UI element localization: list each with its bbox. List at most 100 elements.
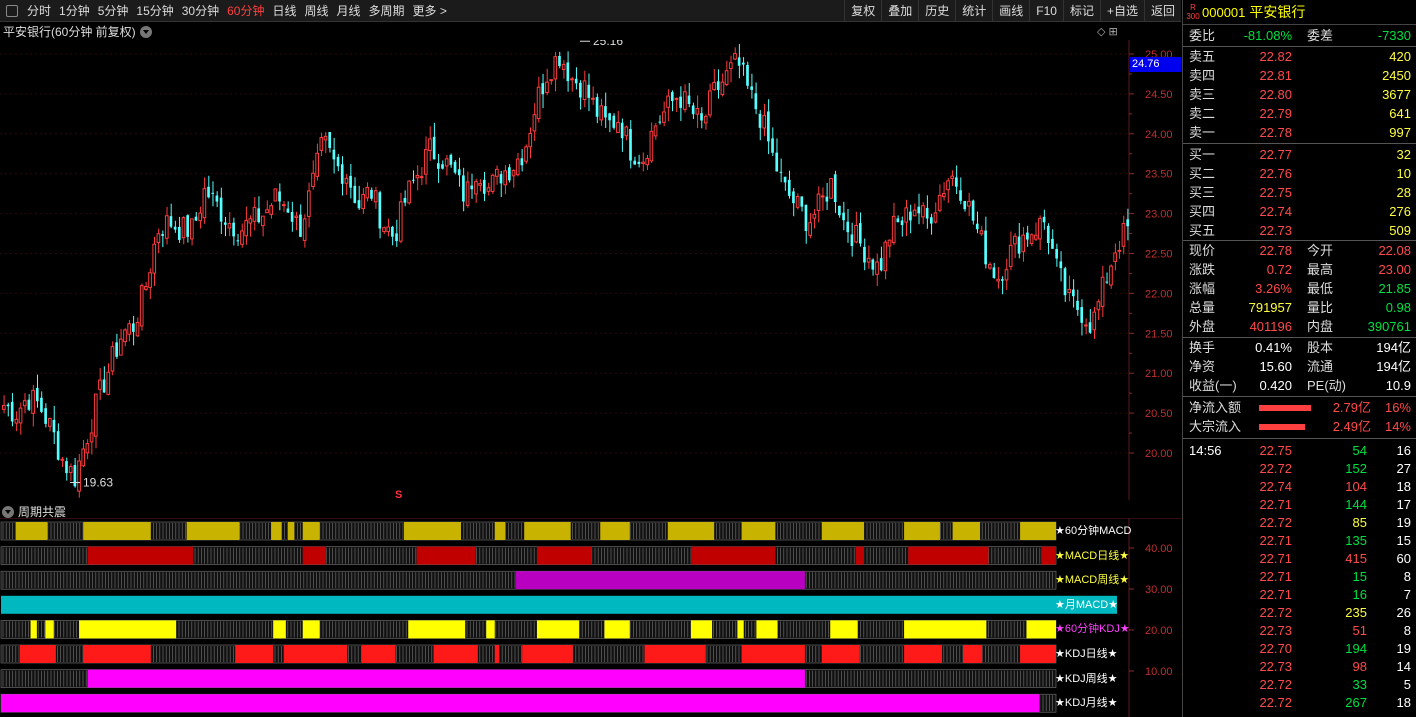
row-segment xyxy=(1020,645,1056,663)
candle-body xyxy=(792,191,795,204)
candlestick-chart[interactable]: 25.0024.5024.0023.5023.0022.5022.0021.50… xyxy=(0,40,1181,500)
tick-volume: 194 xyxy=(1345,641,1367,656)
candle-body xyxy=(850,234,854,246)
tick-price: 22.74 xyxy=(1259,479,1292,494)
tab-period-8[interactable]: 月线 xyxy=(333,0,365,22)
panel-separator xyxy=(1183,396,1416,397)
tick-volume: 51 xyxy=(1352,623,1367,638)
candle-body xyxy=(31,389,35,414)
sell-signal-mark: S xyxy=(395,489,402,500)
candle-body xyxy=(1008,244,1013,268)
candle-body xyxy=(937,194,942,211)
candle-body xyxy=(344,177,349,184)
period-tabs: 分时 1分钟 5分钟 15分钟 30分钟 60分钟 日线 周线 月线 多周期 更多 > xyxy=(23,0,451,22)
tick-price: 22.72 xyxy=(1259,605,1292,620)
indicator-row xyxy=(0,570,1057,590)
tab-period-2[interactable]: 5分钟 xyxy=(94,0,133,22)
tick-row: 22.71 16 7 xyxy=(1183,585,1416,604)
candle-body xyxy=(395,233,398,242)
candle-body xyxy=(1055,248,1058,259)
row-segment xyxy=(741,522,776,540)
toolbar-button-0[interactable]: 复权 xyxy=(844,0,881,22)
tab-period-4[interactable]: 30分钟 xyxy=(178,0,223,22)
toolbar-button-3[interactable]: 统计 xyxy=(955,0,992,22)
candle-body xyxy=(587,84,591,98)
toolbar-button-6[interactable]: 标记 xyxy=(1062,0,1100,22)
candle-body xyxy=(637,161,641,164)
candle-body xyxy=(674,97,679,100)
candle-body xyxy=(202,188,207,219)
candle-body xyxy=(950,175,955,179)
chart-tool-icons[interactable]: ◇ ⊞ xyxy=(1097,25,1118,38)
window-menu-icon[interactable] xyxy=(6,4,18,17)
row-segment xyxy=(952,522,981,540)
candle-body xyxy=(478,183,482,186)
row-segment xyxy=(904,620,987,639)
tick-price: 22.72 xyxy=(1259,515,1292,530)
tick-row: 22.72 152 27 xyxy=(1183,459,1416,478)
row-segment xyxy=(361,645,396,663)
candle-body xyxy=(494,168,499,177)
candle-body xyxy=(1017,236,1021,254)
candle-body xyxy=(89,432,94,443)
candle-body xyxy=(891,215,896,244)
chevron-down-icon[interactable] xyxy=(139,25,152,38)
y-tick-label: 30.00 xyxy=(1145,584,1173,596)
candle-body xyxy=(896,218,900,223)
toolbar-button-2[interactable]: 历史 xyxy=(918,0,955,22)
candle-body xyxy=(156,233,161,244)
candle-body xyxy=(132,323,135,332)
stat-row: 涨跌 0.72 最高 23.00 xyxy=(1183,260,1416,279)
toolbar-button-8[interactable]: 返回 xyxy=(1143,0,1181,22)
stat-value: 21.85 xyxy=(1378,281,1411,296)
stat-value: 3.26% xyxy=(1255,281,1292,296)
candle-body xyxy=(574,78,578,84)
candle-body xyxy=(1067,288,1072,294)
row-segment xyxy=(644,645,706,663)
candle-body xyxy=(816,193,821,211)
candle-body xyxy=(227,223,232,229)
row-segment xyxy=(821,645,860,663)
candle-body xyxy=(658,121,662,123)
chevron-down-icon[interactable] xyxy=(2,505,14,518)
chart-title[interactable]: 平安银行(60分钟 前复权) xyxy=(3,23,152,40)
candle-body xyxy=(14,418,19,424)
candle-body xyxy=(863,246,866,263)
candle-body xyxy=(887,239,892,247)
candle-body xyxy=(653,125,658,137)
tab-period-6[interactable]: 日线 xyxy=(268,0,300,22)
candle-body xyxy=(767,111,770,142)
tick-price: 22.75 xyxy=(1259,443,1292,458)
candle-body xyxy=(252,206,257,222)
toolbar-button-7[interactable]: +自选 xyxy=(1099,0,1144,22)
stat-label: 涨跌 xyxy=(1189,262,1216,277)
tab-period-1[interactable]: 1分钟 xyxy=(55,0,94,22)
stock-name: 平安银行 xyxy=(1249,4,1306,20)
tab-period-0[interactable]: 分时 xyxy=(23,0,55,22)
row-segment xyxy=(287,522,295,540)
toolbar-button-1[interactable]: 叠加 xyxy=(881,0,918,22)
candle-body xyxy=(378,192,382,229)
candle-body xyxy=(921,205,925,218)
tab-period-5[interactable]: 60分钟 xyxy=(223,0,268,22)
candle-body xyxy=(1080,307,1084,323)
candle-body xyxy=(115,342,118,357)
candle-body xyxy=(703,115,708,124)
candle-body xyxy=(682,91,687,110)
stat-label: PE(动) xyxy=(1307,378,1347,393)
tick-volume: 135 xyxy=(1345,533,1367,548)
tab-period-9[interactable]: 多周期 xyxy=(365,0,409,22)
toolbar-button-4[interactable]: 画线 xyxy=(992,0,1029,22)
candle-body xyxy=(294,215,299,218)
ask-volume: 3677 xyxy=(1382,87,1411,102)
tab-period-7[interactable]: 周线 xyxy=(300,0,332,22)
indicator-row-label: ★KDJ日线★ xyxy=(1055,648,1118,660)
candle-body xyxy=(1000,279,1004,281)
tab-period-3[interactable]: 15分钟 xyxy=(132,0,177,22)
candle-body xyxy=(829,178,833,199)
resonance-indicator-panel[interactable]: 40.00 30.00 20.00 10.00 xyxy=(0,518,1181,717)
candle-body xyxy=(1059,261,1063,269)
toolbar-button-5[interactable]: F10 xyxy=(1029,0,1063,22)
y-tick-label: 22.00 xyxy=(1145,288,1173,300)
tab-period-10[interactable]: 更多 > xyxy=(409,0,451,22)
